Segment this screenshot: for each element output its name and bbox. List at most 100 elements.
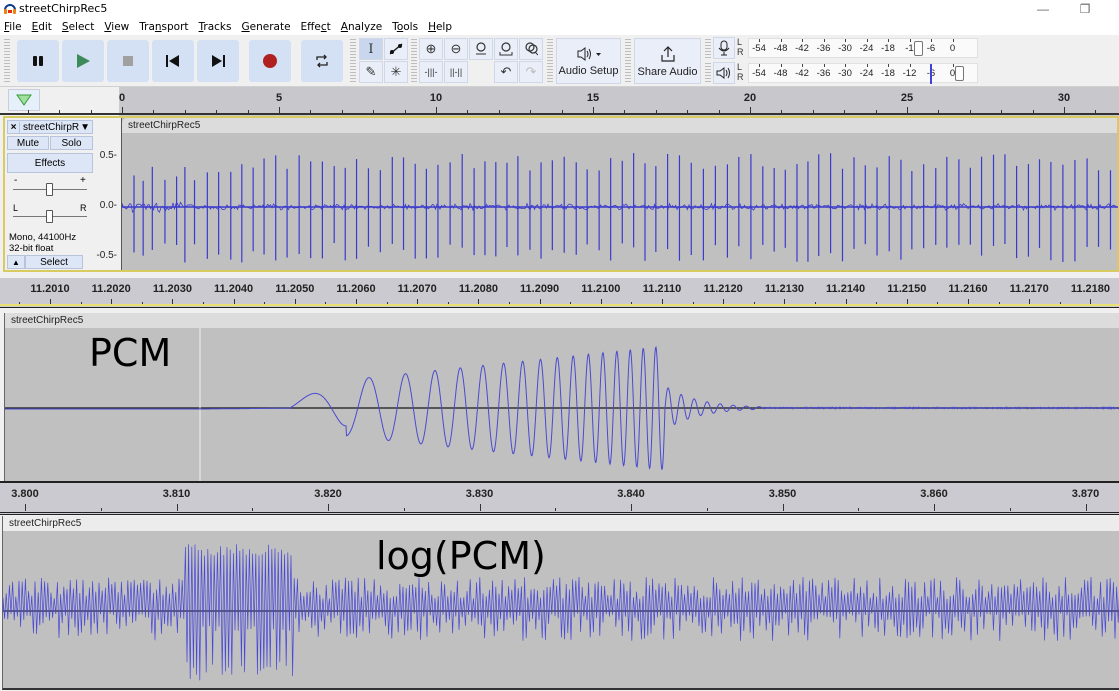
trim-audio-button[interactable]: -|||- <box>419 61 443 83</box>
redo-button[interactable]: ↷ <box>519 61 543 83</box>
share-audio-grip[interactable] <box>625 39 631 83</box>
track-name-menu[interactable]: streetChirpR <box>20 122 80 133</box>
pcm-clip-title-bar[interactable]: streetChirpRec5 <box>5 313 1119 328</box>
recording-meter[interactable]: L R -54 -48 -42 -36 -30 -24 -18 -1 -6 0 <box>737 37 987 59</box>
meter-scale[interactable]: -54 -48 -42 -36 -30 -24 -18 -1 -6 0 <box>748 38 978 58</box>
menu-generate[interactable]: Generate <box>241 21 290 33</box>
meter-tick-mark <box>845 39 846 42</box>
timeline-tick-label: 25 <box>900 92 914 104</box>
edit-toolbar-grip[interactable] <box>411 39 417 83</box>
zoom-ruler-tick <box>1029 299 1031 305</box>
loop-button[interactable] <box>301 40 343 82</box>
restore-button[interactable]: ❐ <box>1070 0 1100 18</box>
meter-volume-knob[interactable] <box>954 66 964 81</box>
play-button[interactable] <box>62 40 104 82</box>
track-menu-arrow-icon[interactable]: ▼ <box>80 122 92 133</box>
zoom-ruler-tick <box>1090 299 1092 305</box>
zoom-in-button[interactable]: ⊕ <box>419 38 443 60</box>
zoom-ruler-tick-label: 11.2140 <box>826 283 866 295</box>
main-waveform <box>122 153 1118 263</box>
skip-to-end-button[interactable] <box>197 40 239 82</box>
gain-plus-label: + <box>80 175 86 186</box>
meter-tick-label: -18 <box>881 43 895 54</box>
pcm-ruler-tick-label: 3.830 <box>465 488 494 500</box>
pan-slider-knob[interactable] <box>46 210 53 223</box>
audio-setup-grip[interactable] <box>547 39 553 83</box>
meter-tick-label: -30 <box>838 68 852 79</box>
zoom-toggle-button[interactable] <box>519 38 543 60</box>
zoom-ruler-minor-tick <box>570 302 572 305</box>
record-meter-grip[interactable] <box>705 39 711 59</box>
pcm-ruler-minor-tick <box>403 508 405 511</box>
pcm-ruler-minor-tick <box>858 508 860 511</box>
meter-tick-mark <box>866 39 868 42</box>
minimize-button[interactable]: — <box>1028 0 1058 18</box>
menu-file[interactable]: File <box>4 21 22 33</box>
tools-toolbar-grip[interactable] <box>350 39 356 83</box>
meter-scale[interactable]: -54-48-42-36-30-24-18-12-60 <box>748 63 978 84</box>
skip-to-start-button[interactable] <box>152 40 194 82</box>
meter-tick-label: -1 <box>905 43 914 54</box>
menu-analyze[interactable]: Analyze <box>341 21 382 33</box>
menu-transport[interactable]: Transport <box>139 21 188 33</box>
timeline-ruler[interactable]: 0 5 10 15 20 25 30 <box>0 87 1119 116</box>
share-audio-label: Share Audio <box>637 65 698 78</box>
meter-gain-knob[interactable] <box>914 41 924 56</box>
menu-edit[interactable]: Edit <box>32 21 52 33</box>
menu-help[interactable]: Help <box>428 21 452 33</box>
playback-meter[interactable]: LR-54-48-42-36-30-24-18-12-60 <box>737 62 987 84</box>
gain-slider-knob[interactable] <box>46 183 53 196</box>
pcm-ruler-tick-label: 3.850 <box>768 488 797 500</box>
draw-tool-button[interactable]: ✎ <box>359 61 383 83</box>
log-pcm-waveform-panel[interactable]: streetChirpRec5 log(PCM) <box>2 516 1119 690</box>
menu-select[interactable]: Select <box>62 21 94 33</box>
multi-tool-icon: ✳ <box>390 64 402 79</box>
pcm-waveform-panel[interactable]: streetChirpRec5 PCM <box>4 313 1119 481</box>
fit-project-button[interactable] <box>494 38 518 60</box>
solo-button[interactable]: Solo <box>50 136 93 150</box>
playback-meter-button[interactable] <box>713 62 735 84</box>
zoom-ruler-tick-label: 11.2050 <box>275 283 315 295</box>
zoom-ruler-tick <box>478 299 480 305</box>
silence-audio-button[interactable]: ||-|| <box>444 61 468 83</box>
fit-selection-button[interactable] <box>469 38 493 60</box>
pcm-time-ruler[interactable]: 3.800 3.810 3.820 3.830 3.840 3.850 3.860 3.870 <box>0 481 1119 515</box>
menu-tools[interactable]: Tools <box>392 21 418 33</box>
mute-button[interactable]: Mute <box>7 136 49 150</box>
zoom-out-button[interactable]: ⊖ <box>444 38 468 60</box>
record-meter-button[interactable] <box>713 37 735 59</box>
transport-toolbar-grip[interactable] <box>4 39 10 83</box>
pause-button[interactable] <box>17 40 59 82</box>
pcm-ruler-minor-tick <box>252 508 254 511</box>
pcm-annotation: PCM <box>89 331 172 375</box>
vertical-amplitude-scale[interactable]: 0.5- 0.0- -0.5- <box>95 118 121 270</box>
clip-title-bar[interactable]: streetChirpRec5 <box>122 118 1117 133</box>
audio-setup-button[interactable]: Audio Setup <box>556 38 621 84</box>
log-clip-title-bar[interactable]: streetChirpRec5 <box>3 516 1119 531</box>
title-bar: streetChirpRec5 — ❐ <box>0 0 1119 18</box>
pcm-ruler-minor-tick <box>706 508 708 511</box>
selection-tool-button[interactable]: I <box>359 38 383 60</box>
play-meter-grip[interactable] <box>705 63 711 83</box>
waveform-area[interactable]: streetChirpRec5 <box>121 118 1118 270</box>
zoom-ruler-tick <box>233 299 235 305</box>
menu-view[interactable]: View <box>104 21 129 33</box>
select-track-button[interactable]: Select <box>25 255 83 269</box>
multi-tool-button[interactable]: ✳ <box>384 61 408 83</box>
share-audio-button[interactable]: Share Audio <box>634 38 701 84</box>
menu-tracks[interactable]: Tracks <box>199 21 232 33</box>
record-button[interactable] <box>249 40 291 82</box>
pcm-ruler-tick-label: 3.800 <box>11 488 39 500</box>
zoomed-time-ruler[interactable]: 0011.201011.202011.203011.204011.205011.… <box>0 278 1119 308</box>
stop-button[interactable] <box>107 40 149 82</box>
timeline-tick-label: 5 <box>275 92 283 104</box>
zoom-ruler-tick <box>50 299 51 305</box>
menu-effect[interactable]: Effect <box>301 21 331 33</box>
effects-button[interactable]: Effects <box>7 153 93 173</box>
pcm-ruler-tick <box>631 504 632 511</box>
close-track-button[interactable]: × <box>8 121 20 133</box>
meter-tick-label: -48 <box>773 43 788 54</box>
collapse-track-button[interactable]: ▲ <box>7 255 25 269</box>
envelope-tool-button[interactable] <box>384 38 408 60</box>
undo-button[interactable]: ↶ <box>494 61 518 83</box>
